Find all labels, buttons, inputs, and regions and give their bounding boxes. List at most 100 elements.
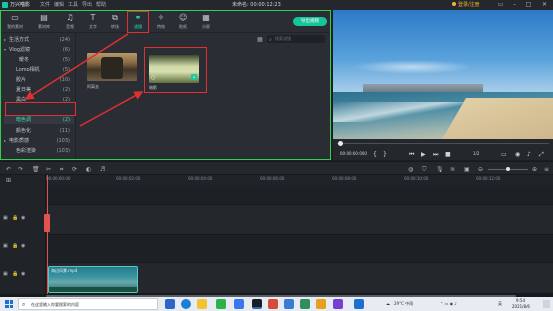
close-button[interactable]: ✕ [540,1,549,9]
category-count: (24) [59,36,70,43]
notification-icon[interactable] [543,300,550,308]
tab-my-media[interactable]: ▭ 我的素材 [5,12,25,32]
snapshot-icon[interactable]: ◉ [515,151,520,158]
scrubber-handle[interactable] [338,141,343,146]
track-row[interactable] [46,235,553,263]
tab-sticker[interactable]: ☺ 贴纸 [173,12,193,32]
preview-scrubber[interactable] [337,143,549,144]
eye-icon[interactable]: ◉ [21,215,25,221]
play-icon[interactable]: ▶ [421,151,426,158]
render-icon[interactable]: ◍ [408,166,413,173]
bracket-in-icon[interactable]: { [373,151,377,158]
lock-icon[interactable]: 🔒 [12,243,18,249]
explorer-icon[interactable] [197,299,207,309]
split-icon[interactable]: ✂ [46,166,51,173]
menu-file[interactable]: 文件 [40,2,50,8]
app-icon[interactable] [354,299,364,309]
screen-icon[interactable]: ▭ [501,151,507,158]
export-button[interactable]: 导出视频 [293,17,327,26]
menu-export[interactable]: 导出 [82,2,92,8]
category-item-selected[interactable]: 暗色调 (2) [4,115,74,124]
eye-icon[interactable]: ◉ [21,271,25,277]
filter-search-input[interactable]: ⌕ 搜索滤镜 [267,35,325,43]
crop-icon[interactable]: ⌗ [60,166,63,174]
marker-icon[interactable]: ⛉ [422,166,427,174]
bracket-out-icon[interactable]: } [383,151,387,158]
stop-icon[interactable]: ■ [445,151,451,158]
app-icon[interactable] [284,299,294,309]
tab-audio[interactable]: ♫ 音频 [60,12,80,32]
eye-icon[interactable]: ◉ [21,243,25,249]
quality-select[interactable]: 1/2 [473,152,479,156]
app-icon[interactable] [316,299,326,309]
app-icon[interactable] [333,299,343,309]
maximize-button[interactable]: □ [524,1,533,9]
category-item[interactable]: 夏日美 (2) [4,85,74,94]
taskbar-time[interactable]: 9:54 [516,299,525,303]
wechat-icon[interactable] [216,299,226,309]
login-link[interactable]: 登录/注册 [458,2,480,8]
video-editor-icon[interactable] [252,299,262,309]
weather-text[interactable]: 29°C 中雨 [394,302,413,306]
category-item[interactable]: 暖冬 (5) [4,55,74,64]
fullscreen-icon[interactable]: ⤢ [539,151,544,159]
filter-thumbnail[interactable] [87,53,137,81]
grid-view-icon[interactable]: ▦ [257,36,263,43]
minimize-button[interactable]: – [510,1,519,9]
category-item[interactable]: ▸ 生活方式 (24) [4,35,74,44]
category-item[interactable]: 颜色化 (11) [4,126,74,135]
feedback-icon[interactable]: ▭ [496,1,505,9]
audio-icon[interactable]: ♬ [100,166,105,173]
volume-icon[interactable]: ♪ [527,151,531,158]
track-header-2: ▣ 🔒 ◉ [3,243,45,249]
app-icon[interactable] [268,299,278,309]
windows-start-icon[interactable] [5,300,13,308]
tab-library[interactable]: ▤ 素材库 [34,12,54,32]
snapshot-tl-icon[interactable]: ▣ [464,166,470,173]
track-row[interactable] [46,185,553,205]
category-item[interactable]: ▸ 电影质感 (103) [4,136,74,145]
tab-effects[interactable]: ✧ 特效 [151,12,171,32]
app-icon[interactable] [300,299,310,309]
undo-icon[interactable]: ↶ [6,166,11,173]
chat-app-icon[interactable] [234,299,244,309]
delete-icon[interactable]: 🗑 [32,166,40,173]
lock-icon[interactable]: 🔒 [12,271,18,277]
redo-icon[interactable]: ↷ [18,166,23,173]
voiceover-icon[interactable]: ≋ [450,166,455,173]
track-row[interactable] [46,205,553,235]
tab-splitscreen[interactable]: ▦ 分屏 [196,12,216,32]
add-track-icon[interactable]: ⊞ [6,177,11,184]
taskbar-date[interactable]: 2021/8/6 [512,305,530,309]
weather-icon[interactable]: ☁ [386,302,390,306]
lock-icon[interactable]: 🔒 [12,215,18,221]
timeline-ruler[interactable]: 00:00:00:00 00:00:02:00 00:00:04:00 00:0… [46,175,553,185]
category-item[interactable]: Lomo相机 (5) [4,65,74,74]
playhead-handle[interactable] [44,214,50,232]
step-back-icon[interactable]: ⏮ [409,151,414,159]
tab-transition[interactable]: ⧉ 转场 [105,12,125,32]
input-language[interactable]: 英 [498,302,502,306]
category-item[interactable]: 胶片 (10) [4,75,74,84]
mic-icon[interactable]: 🎙 [436,166,444,173]
zoom-out-icon[interactable]: ⊖ [478,166,483,173]
step-forward-icon[interactable]: ⏭ [433,151,438,159]
color-icon[interactable]: ◐ [86,166,91,173]
menu-help[interactable]: 帮助 [96,2,106,8]
taskview-icon[interactable] [165,299,175,309]
playhead-line[interactable] [47,175,48,294]
menu-more-icon[interactable]: ≡ [544,166,549,173]
menu-tools[interactable]: 工具 [68,2,78,8]
tray-icons[interactable]: ⌃ ▭ ◉ ♪ [440,302,457,306]
tab-text[interactable]: T 文字 [83,12,103,32]
zoom-slider-handle[interactable] [506,167,510,171]
edge-icon[interactable] [181,299,191,309]
category-item[interactable]: 色彩渲染 (103) [4,146,74,155]
taskbar-search-input[interactable]: ⌕ 在这里输入你要搜索的内容 [18,298,158,310]
category-item[interactable]: ▾ Vlog滤镜 (6) [4,45,74,54]
zoom-in-icon[interactable]: ⊕ [532,166,537,173]
speed-icon[interactable]: ⟳ [72,166,77,173]
menu-edit[interactable]: 编辑 [54,2,64,8]
video-clip[interactable]: 海边风景.mp4 [48,266,138,293]
video-preview[interactable] [333,10,553,139]
